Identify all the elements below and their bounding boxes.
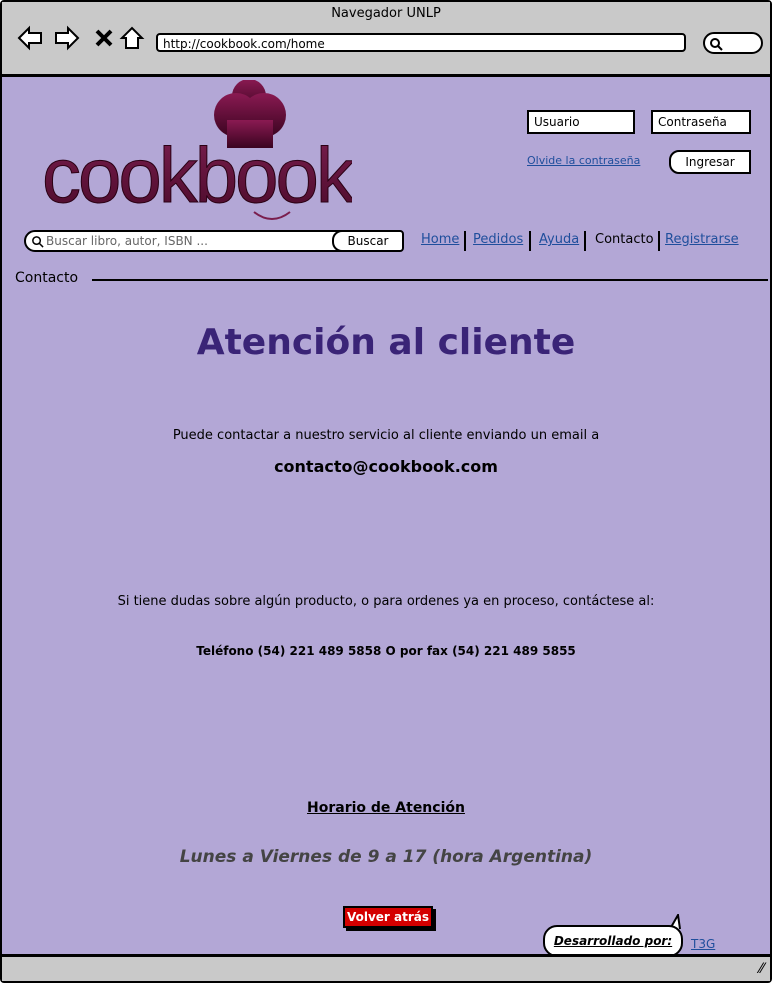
window-title: Navegador UNLP bbox=[331, 6, 441, 21]
nav-ayuda[interactable]: Ayuda bbox=[539, 232, 579, 247]
browser-toolbar: Navegador UNLP http://cookbook.com/home bbox=[2, 2, 770, 77]
nav-contacto[interactable]: Contacto bbox=[595, 232, 654, 247]
nav-separator bbox=[584, 231, 586, 251]
search-button[interactable]: Buscar bbox=[332, 230, 404, 252]
close-icon[interactable] bbox=[90, 24, 118, 52]
team-link[interactable]: T3G bbox=[691, 937, 715, 951]
password-input[interactable]: Contraseña bbox=[651, 110, 751, 134]
hours-text: Lunes a Viernes de 9 a 17 (hora Argentin… bbox=[179, 847, 593, 867]
intro-text: Puede contactar a nuestro servicio al cl… bbox=[172, 428, 600, 443]
developed-by-bubble: Desarrollado por: bbox=[543, 925, 683, 957]
page-title: Atención al cliente bbox=[196, 322, 576, 363]
back-button[interactable]: Volver atrás bbox=[343, 906, 433, 928]
search-icon bbox=[710, 38, 723, 51]
nav-separator bbox=[529, 231, 531, 251]
nav-registrarse[interactable]: Registrarse bbox=[665, 232, 739, 247]
cookbook-logo: cookbook bbox=[42, 80, 352, 220]
contact-email: contacto@cookbook.com bbox=[274, 457, 498, 476]
login-button[interactable]: Ingresar bbox=[669, 150, 751, 174]
resize-grip-icon[interactable]: ⁄⁄ bbox=[759, 961, 764, 977]
nav-pedidos[interactable]: Pedidos bbox=[473, 232, 523, 247]
search-icon bbox=[32, 236, 44, 248]
phone-text: Teléfono (54) 221 489 5858 O por fax (54… bbox=[196, 644, 576, 658]
svg-text:cookbook: cookbook bbox=[42, 131, 352, 219]
nav-separator bbox=[658, 231, 660, 251]
browser-search-field[interactable] bbox=[703, 32, 763, 54]
search-placeholder: Buscar libro, autor, ISBN ... bbox=[46, 234, 208, 248]
browser-window: Navegador UNLP http://cookbook.com/home bbox=[0, 0, 772, 983]
hours-heading-label: Horario de Atención bbox=[307, 800, 465, 816]
hours-heading: Horario de Atención bbox=[2, 800, 770, 816]
back-arrow-icon[interactable] bbox=[16, 24, 44, 52]
address-bar[interactable]: http://cookbook.com/home bbox=[156, 33, 686, 52]
questions-text: Si tiene dudas sobre algún producto, o p… bbox=[117, 594, 655, 609]
breadcrumb: Contacto bbox=[15, 270, 79, 286]
nav-home[interactable]: Home bbox=[421, 232, 459, 247]
nav-separator bbox=[464, 231, 466, 251]
status-bar: ⁄⁄ bbox=[2, 954, 770, 981]
forgot-password-link[interactable]: Olvide la contraseña bbox=[527, 154, 640, 167]
forward-arrow-icon[interactable] bbox=[53, 24, 81, 52]
breadcrumb-divider bbox=[92, 279, 768, 281]
username-input[interactable]: Usuario bbox=[527, 110, 635, 134]
home-icon[interactable] bbox=[118, 24, 146, 52]
